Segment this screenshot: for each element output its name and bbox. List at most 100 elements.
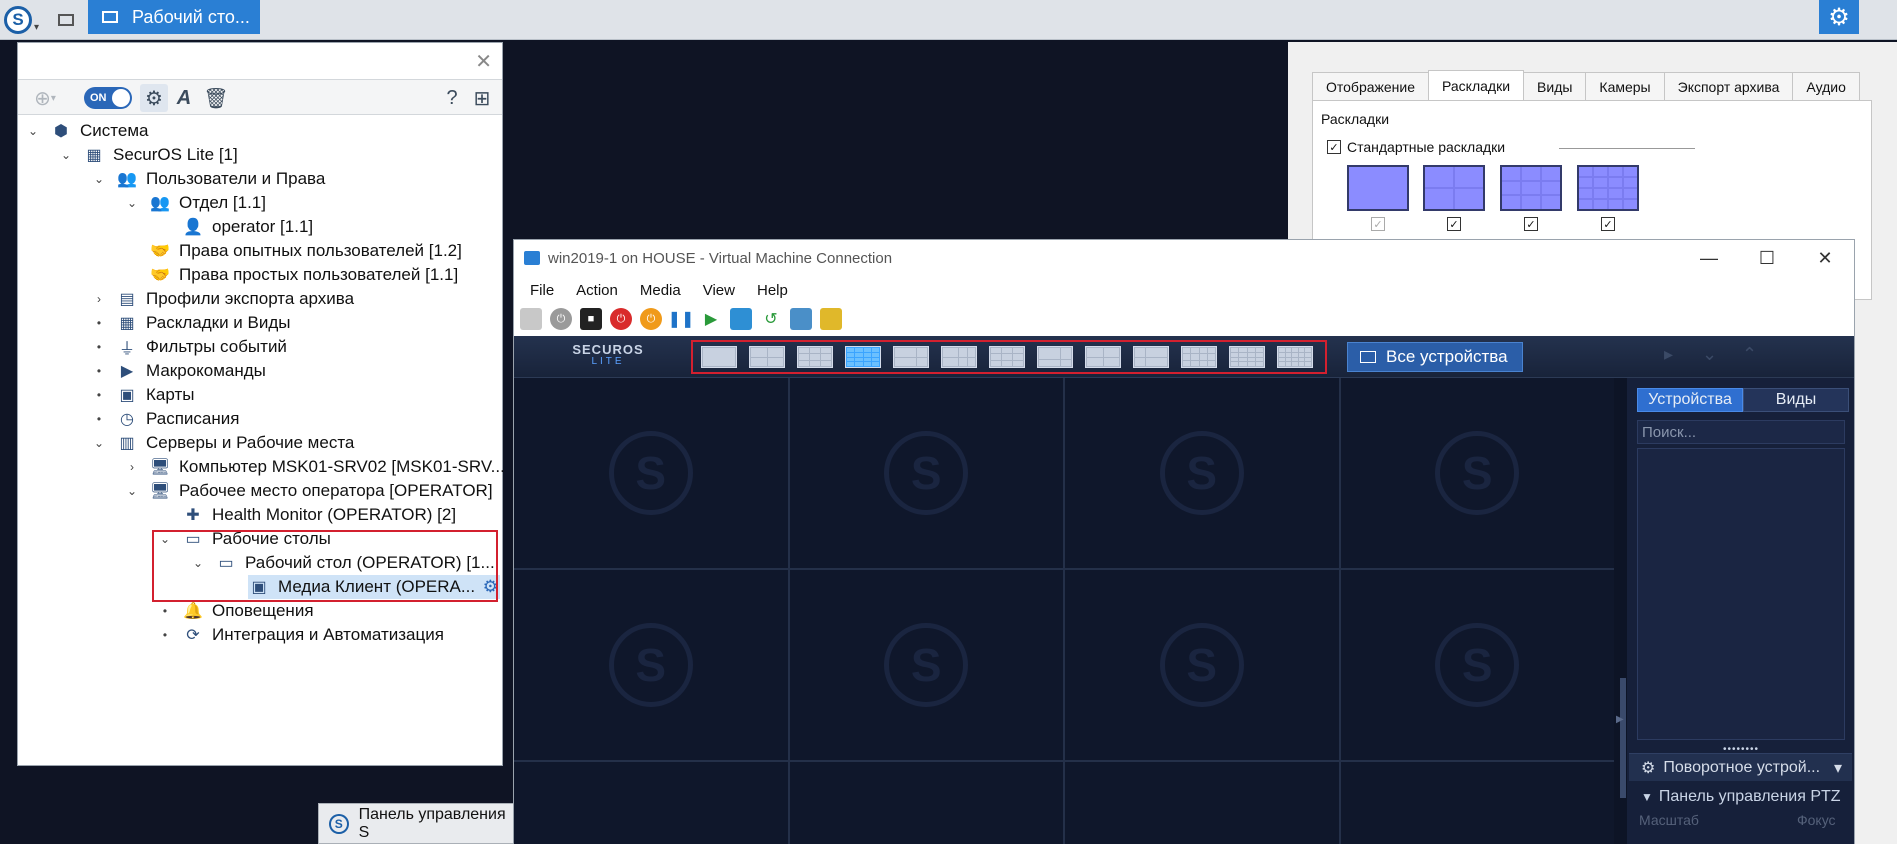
- chevron-right-icon[interactable]: ›: [92, 292, 106, 306]
- video-cell[interactable]: S: [1340, 378, 1614, 568]
- layout-option[interactable]: [1037, 346, 1073, 368]
- tree-node[interactable]: ✚ Health Monitor (OPERATOR) [2]: [182, 503, 456, 527]
- video-cell[interactable]: [514, 762, 788, 844]
- help-button[interactable]: ?: [438, 84, 466, 112]
- play-arrow-icon[interactable]: ▸: [1664, 344, 1673, 365]
- video-cell[interactable]: S: [1065, 378, 1339, 568]
- securos-menu-button[interactable]: S ▾: [4, 4, 44, 36]
- tree-node[interactable]: • ▶ Макрокоманды: [92, 359, 266, 383]
- device-search-input[interactable]: Поиск...: [1637, 420, 1845, 444]
- tree-node[interactable]: ⌄ ⬢ Система: [26, 119, 149, 143]
- layout-4x4-checkbox[interactable]: ✓: [1601, 217, 1615, 231]
- tree-node[interactable]: 🤝 Права опытных пользователей [1.2]: [149, 239, 462, 263]
- maximize-button[interactable]: ☐: [1738, 240, 1796, 276]
- ctrl-alt-del-button[interactable]: [520, 308, 542, 330]
- tree-node[interactable]: • ▦ Раскладки и Виды: [92, 311, 291, 335]
- tree-node[interactable]: ⌄ 👥 Отдел [1.1]: [125, 191, 266, 215]
- layout-more-dropdown[interactable]: [1277, 346, 1313, 368]
- layout-1x1[interactable]: [1347, 165, 1409, 211]
- chevron-down-icon[interactable]: ⌄: [125, 196, 139, 210]
- taskbar-item-control-panel[interactable]: S Панель управления S: [318, 803, 518, 844]
- tree-node[interactable]: ⌄ ▦ SecurOS Lite [1]: [59, 143, 238, 167]
- tree-node[interactable]: • ⟳ Интеграция и Автоматизация: [158, 623, 444, 647]
- taskbar-tab-desktop[interactable]: Рабочий сто...: [88, 0, 260, 34]
- tree-node[interactable]: • ▣ Карты: [92, 383, 195, 407]
- minimize-button[interactable]: —: [1680, 240, 1738, 276]
- rename-button[interactable]: A: [170, 84, 198, 112]
- on-off-toggle[interactable]: ON: [84, 87, 132, 109]
- tab-archive-export[interactable]: Экспорт архива: [1663, 72, 1794, 100]
- chevron-down-icon[interactable]: ⌄: [92, 436, 106, 450]
- tree-node[interactable]: ⌄ ▥ Серверы и Рабочие места: [92, 431, 354, 455]
- all-devices-button[interactable]: Все устройства: [1347, 342, 1523, 372]
- tab-views[interactable]: Виды: [1743, 388, 1849, 412]
- save-button[interactable]: ⏻: [640, 308, 662, 330]
- layout-option[interactable]: [701, 346, 737, 368]
- share-button[interactable]: [820, 308, 842, 330]
- chevron-down-icon[interactable]: ⌄: [59, 148, 73, 162]
- tree-node[interactable]: • 🔔 Оповещения: [158, 599, 314, 623]
- checkpoint-button[interactable]: [730, 308, 752, 330]
- chevron-down-icon[interactable]: ⌄: [125, 484, 139, 498]
- layout-2x2-checkbox[interactable]: ✓: [1447, 217, 1461, 231]
- layout-4x4[interactable]: [1577, 165, 1639, 211]
- video-cell[interactable]: S: [1340, 570, 1614, 760]
- tree-node[interactable]: • ◷ Расписания: [92, 407, 240, 431]
- tab-devices[interactable]: Устройства: [1637, 388, 1743, 412]
- menu-media[interactable]: Media: [640, 282, 681, 299]
- delete-button[interactable]: 🗑: [202, 84, 230, 112]
- video-cell[interactable]: S: [514, 378, 788, 568]
- tree-node[interactable]: › ▤ Профили экспорта архива: [92, 287, 354, 311]
- panel-splitter[interactable]: [1620, 678, 1626, 798]
- layout-option[interactable]: [941, 346, 977, 368]
- start-button[interactable]: ⏻: [550, 308, 572, 330]
- menu-view[interactable]: View: [703, 282, 735, 299]
- layout-3x3[interactable]: [1500, 165, 1562, 211]
- standard-layouts-checkbox[interactable]: ✓ Стандартные раскладки: [1327, 139, 1505, 155]
- window-restore-button[interactable]: [52, 6, 80, 34]
- tree-node[interactable]: 🤝 Права простых пользователей [1.1]: [149, 263, 458, 287]
- pause-button[interactable]: ❚❚: [668, 308, 695, 330]
- layout-3x3-checkbox[interactable]: ✓: [1524, 217, 1538, 231]
- layout-option[interactable]: [893, 346, 929, 368]
- turn-off-button[interactable]: ■: [580, 308, 602, 330]
- layout-option[interactable]: [1133, 346, 1169, 368]
- chevron-right-icon[interactable]: ▶: [1616, 714, 1624, 725]
- tab-audio[interactable]: Аудио: [1792, 72, 1860, 100]
- layout-option[interactable]: [989, 346, 1025, 368]
- layout-2x2[interactable]: [1423, 165, 1485, 211]
- tree-node[interactable]: • ⏚ Фильтры событий: [92, 335, 287, 359]
- network-button[interactable]: ⊞: [468, 84, 496, 112]
- video-cell[interactable]: [789, 762, 1063, 844]
- ptz-device-dropdown[interactable]: ⚙ Поворотное устрой... ▾: [1629, 753, 1852, 781]
- settings-button[interactable]: ⚙: [1819, 0, 1859, 34]
- video-cell[interactable]: [1065, 762, 1339, 844]
- shutdown-button[interactable]: ⏻: [610, 308, 632, 330]
- video-cell[interactable]: S: [789, 570, 1063, 760]
- layout-1x1-checkbox[interactable]: ✓: [1371, 217, 1385, 231]
- chevron-right-icon[interactable]: ›: [125, 460, 139, 474]
- ptz-panel-header[interactable]: ▼ Панель управления PTZ: [1629, 783, 1852, 811]
- chevron-down-icon[interactable]: ⌄: [26, 124, 40, 138]
- tab-display[interactable]: Отображение: [1312, 72, 1430, 100]
- chevron-down-icon[interactable]: ⌄: [92, 172, 106, 186]
- tab-layouts[interactable]: Раскладки: [1428, 70, 1525, 100]
- tab-cameras[interactable]: Камеры: [1585, 72, 1665, 100]
- layout-option[interactable]: [1181, 346, 1217, 368]
- reset-button[interactable]: ▶: [700, 308, 722, 330]
- menu-file[interactable]: File: [530, 282, 554, 299]
- layout-option[interactable]: [1085, 346, 1121, 368]
- menu-help[interactable]: Help: [757, 282, 788, 299]
- tree-node[interactable]: › 🖥 Компьютер MSK01-SRV02 [MSK01-SRV...: [125, 455, 505, 479]
- video-cell[interactable]: [1340, 762, 1614, 844]
- enhanced-session-button[interactable]: [790, 308, 812, 330]
- layout-option-active[interactable]: [845, 346, 881, 368]
- revert-button[interactable]: ↺: [760, 308, 782, 330]
- tab-views[interactable]: Виды: [1523, 72, 1587, 100]
- tree-node[interactable]: 👤 operator [1.1]: [182, 215, 313, 239]
- tree-node[interactable]: ⌄ 👥 Пользователи и Права: [92, 167, 325, 191]
- chevron-down-icon[interactable]: ⌄: [1702, 344, 1717, 365]
- settings-tool-button[interactable]: ⚙: [140, 84, 168, 112]
- video-cell[interactable]: S: [1065, 570, 1339, 760]
- close-icon[interactable]: ✕: [475, 49, 492, 74]
